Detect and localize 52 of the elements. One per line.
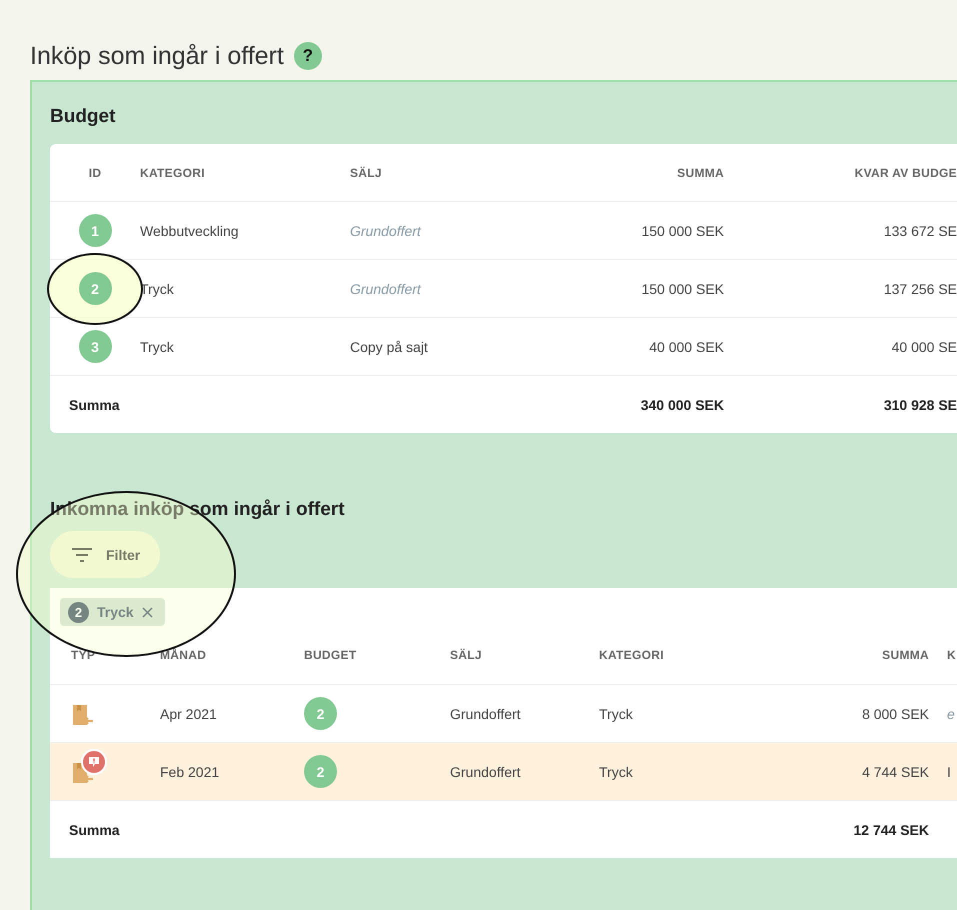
table-cell-text: Tryck: [140, 338, 175, 354]
table-cell-text: Grundoffert: [450, 764, 522, 780]
total-cell-text: 12 744 SEK: [852, 822, 929, 838]
filter-chip[interactable]: 2 Tryck: [60, 598, 165, 626]
table-cell-text: 137 256 SE: [882, 280, 957, 296]
remove-chip-button[interactable]: [142, 606, 153, 618]
total-cell-text: 310 928 SE: [882, 396, 957, 412]
table-cell-text: I: [946, 764, 952, 780]
budget-id-badge: 2: [304, 755, 337, 788]
table-cell-text: e: [946, 706, 956, 722]
table-cell-text: 4 744 SEK: [861, 764, 929, 780]
table-cell-text: Grundoffert: [450, 706, 522, 722]
column-header: ID: [88, 166, 102, 180]
table-cell-text: 150 000 SEK: [640, 222, 724, 238]
section-title: Budget: [50, 105, 116, 129]
column-header: SÄLJ: [450, 648, 483, 662]
table-cell-text: Apr 2021: [160, 706, 218, 722]
chip-count-badge: 2: [68, 602, 89, 622]
table-cell-text: 40 000 SEK: [648, 338, 724, 354]
table-cell-text: Tryck: [599, 706, 634, 722]
table-cell-text: 8 000 SEK: [861, 706, 929, 722]
column-header: K: [946, 648, 957, 662]
column-header: MÅNAD: [160, 648, 208, 662]
help-icon[interactable]: ?: [294, 42, 322, 70]
table-cell-text: Tryck: [599, 764, 634, 780]
alert-comment-icon: [81, 748, 107, 774]
filter-button[interactable]: Filter: [50, 531, 160, 578]
table-cell-text: Grundoffert: [350, 280, 422, 296]
table-cell-text: 150 000 SEK: [640, 280, 724, 296]
column-header: KVAR AV BUDGE: [854, 166, 957, 180]
budget-id-badge: 3: [78, 330, 112, 363]
budget-id-badge: 2: [304, 697, 337, 730]
column-header: KATEGORI: [140, 166, 206, 180]
table-cell-text: Copy på sajt: [350, 338, 429, 354]
column-header: KATEGORI: [599, 648, 665, 662]
column-header: BUDGET: [304, 648, 358, 662]
total-label: Summa: [69, 822, 121, 838]
table-cell-text: Webbutveckling: [140, 222, 240, 238]
table-cell-text: Feb 2021: [160, 764, 220, 780]
total-cell-text: 340 000 SEK: [640, 396, 724, 412]
table-cell-text: Grundoffert: [350, 222, 422, 238]
table-cell-text: 40 000 SE: [890, 338, 957, 354]
column-header: SÄLJ: [350, 166, 383, 180]
budget-id-badge: 1: [78, 214, 112, 247]
chip-label: Tryck: [97, 604, 134, 620]
total-label: Summa: [68, 396, 121, 412]
close-icon: [142, 606, 153, 618]
column-header: SUMMA: [881, 648, 929, 662]
page-title: Inköp som ingår i offert: [30, 42, 284, 70]
table-cell-text: 133 672 SE: [882, 222, 957, 238]
column-header: SUMMA: [676, 166, 724, 180]
filter-icon: [72, 548, 92, 562]
